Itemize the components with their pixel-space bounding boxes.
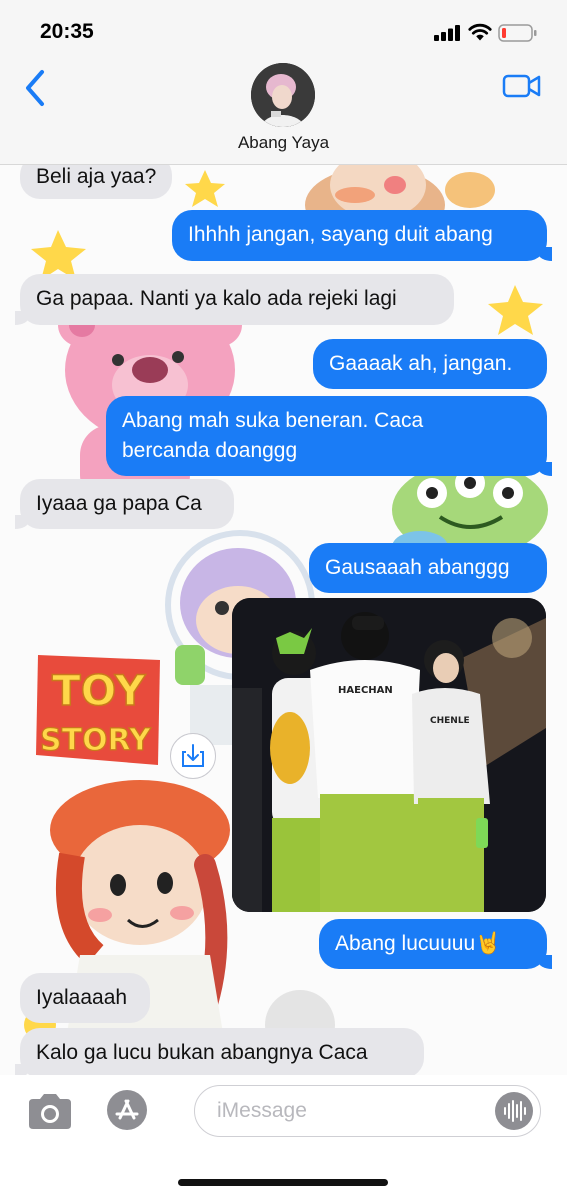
contact-avatar[interactable] [251, 63, 315, 127]
message-text: Iyaaa ga papa Ca [36, 492, 202, 515]
message-text: Gausaaah abanggg [325, 556, 510, 579]
cellular-signal-icon [434, 25, 460, 41]
wifi-icon [468, 23, 492, 41]
logo-line1: TOY [52, 666, 146, 715]
compose-bar: iMessage [0, 1075, 567, 1200]
logo-line2: STORY [40, 723, 152, 758]
message-text: Ihhhh jangan, sayang duit abang [188, 223, 493, 246]
video-call-icon[interactable] [502, 72, 542, 100]
message-text: Kalo ga lucu bukan abangnya Caca [36, 1041, 368, 1064]
status-time: 20:35 [40, 20, 94, 43]
message-text-line2: bercanda doanggg [122, 439, 298, 462]
status-bar: 20:35 [0, 0, 567, 60]
message-text: Abang mah suka beneran. Caca [122, 409, 424, 432]
incoming-message[interactable]: Iyaaa ga papa Ca [15, 479, 234, 529]
imessage-input[interactable]: iMessage [194, 1085, 541, 1137]
conversation-header: Abang Yaya [0, 60, 567, 165]
shirt-label-chenle: CHENLE [430, 716, 470, 726]
incoming-message[interactable]: Kalo ga lucu bukan abangnya Caca [15, 1028, 424, 1075]
concert-photo: HAECHAN CHENLE [232, 598, 546, 912]
outgoing-message[interactable]: Gausaaah abanggg [309, 543, 547, 593]
message-text: Ga papaa. Nanti ya kalo ada rejeki lagi [36, 287, 397, 310]
outgoing-message[interactable]: Ihhhh jangan, sayang duit abang [172, 210, 552, 261]
save-photo-button[interactable] [170, 733, 216, 779]
incoming-message[interactable]: Ga papaa. Nanti ya kalo ada rejeki lagi [15, 274, 454, 325]
photo-message[interactable]: HAECHAN CHENLE [232, 598, 546, 912]
message-text: Iyalaaaah [36, 986, 128, 1009]
incoming-message[interactable]: Iyalaaaah [20, 973, 150, 1023]
audio-waveform-icon[interactable] [495, 1092, 533, 1130]
camera-icon[interactable] [25, 1091, 75, 1133]
app-store-icon[interactable] [106, 1089, 148, 1131]
home-indicator [178, 1179, 388, 1186]
message-thread[interactable]: TOY STORY Beli aja yaa? Ihhhh jangan, sa… [0, 165, 567, 1075]
incoming-message[interactable]: Beli aja yaa? [20, 165, 173, 199]
shirt-label-haechan: HAECHAN [338, 685, 393, 696]
outgoing-message[interactable]: Abang lucuuuu🤘 [319, 919, 552, 969]
message-text: Abang lucuuuu🤘 [335, 932, 502, 955]
back-chevron-icon[interactable] [22, 68, 48, 108]
outgoing-message[interactable]: Abang mah suka beneran. Caca bercanda do… [106, 396, 552, 476]
input-placeholder: iMessage [217, 1099, 307, 1122]
contact-name[interactable]: Abang Yaya [0, 133, 567, 153]
outgoing-message[interactable]: Gaaaak ah, jangan. [313, 339, 547, 389]
battery-icon [498, 24, 537, 42]
save-photo-icon [182, 744, 204, 767]
message-text: Beli aja yaa? [36, 165, 157, 188]
message-text: Gaaaak ah, jangan. [329, 352, 513, 375]
